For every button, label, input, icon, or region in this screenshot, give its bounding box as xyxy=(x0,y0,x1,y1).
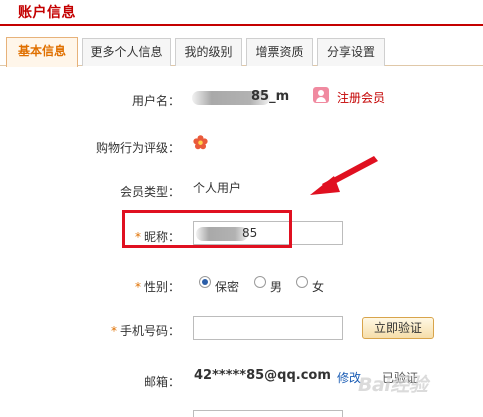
gender-label: * 性别： xyxy=(0,278,180,295)
flower-icon xyxy=(193,135,208,150)
rating-label: 购物行为评级： xyxy=(95,141,180,155)
email-label: 邮箱： xyxy=(143,375,180,389)
member-user-icon xyxy=(313,87,329,103)
watermark-text: Bai经验 xyxy=(358,374,428,396)
member-level-link[interactable]: 注册会员 xyxy=(337,89,385,106)
page-title: 账户信息 xyxy=(18,5,76,21)
tab-vat-invoice[interactable]: 增票资质 xyxy=(246,38,313,66)
gender-option-male-label: 男 xyxy=(270,280,283,294)
gender-radio-male[interactable] xyxy=(254,276,266,288)
required-mark: * xyxy=(110,324,117,338)
gender-option-female-label: 女 xyxy=(312,280,325,294)
tab-share-settings[interactable]: 分享设置 xyxy=(317,38,385,66)
next-row-input[interactable] xyxy=(193,410,343,417)
tab-basic-info[interactable]: 基本信息 xyxy=(6,37,78,67)
required-mark: * xyxy=(134,280,141,294)
tab-more-personal-info[interactable]: 更多个人信息 xyxy=(82,38,171,66)
gender-radio-secret[interactable] xyxy=(199,276,211,288)
gender-radio-female[interactable] xyxy=(296,276,308,288)
username-label: 用户名： xyxy=(131,94,180,108)
email-value: 42*****85@qq.com xyxy=(194,368,331,383)
annotation-highlight-box xyxy=(122,210,292,248)
username-value: 85_m xyxy=(251,89,290,104)
gender-label-text: 性别： xyxy=(143,280,180,294)
annotation-arrow-icon xyxy=(310,156,378,195)
tab-bar: 基本信息 更多个人信息 我的级别 增票资质 分享设置 xyxy=(0,36,483,67)
verify-now-button[interactable]: 立即验证 xyxy=(362,317,434,339)
gender-option-secret-label: 保密 xyxy=(215,280,240,294)
phone-label-text: 手机号码： xyxy=(119,324,180,338)
baidu-watermark: Bai经验 xyxy=(358,370,478,400)
phone-input[interactable] xyxy=(193,316,343,340)
tab-my-level[interactable]: 我的级别 xyxy=(175,38,242,66)
member-type-label: 会员类型： xyxy=(119,185,180,199)
member-type-value: 个人用户 xyxy=(193,181,242,195)
account-header: 账户信息 xyxy=(0,0,483,26)
phone-label: * 手机号码： xyxy=(0,322,180,339)
